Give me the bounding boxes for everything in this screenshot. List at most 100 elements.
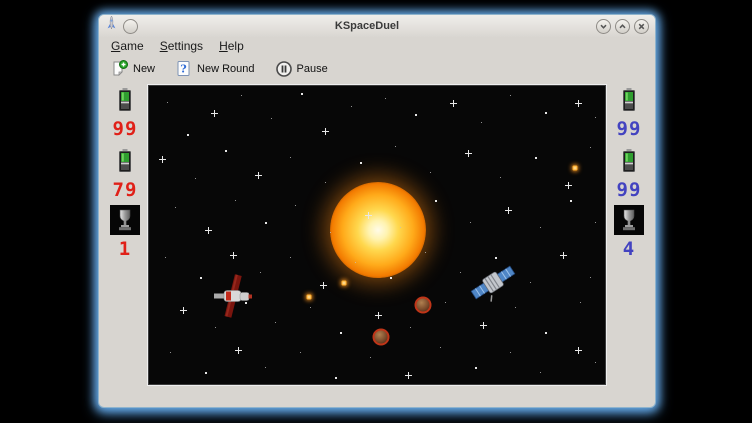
star	[465, 150, 472, 157]
star	[245, 302, 247, 304]
star	[545, 112, 547, 114]
star	[570, 200, 572, 202]
battery-icon	[622, 149, 636, 177]
star	[290, 257, 291, 258]
battery-icon	[118, 149, 132, 177]
star	[301, 93, 303, 95]
star	[481, 122, 482, 123]
new-game-icon	[111, 60, 129, 78]
star	[275, 322, 276, 323]
star	[205, 227, 212, 234]
titlebar[interactable]: KSpaceDuel	[99, 15, 655, 37]
battery-icon	[622, 88, 636, 116]
bullet-sprite	[342, 281, 347, 286]
menu-settings[interactable]: Settings	[160, 39, 203, 53]
star	[445, 302, 446, 303]
star	[295, 205, 296, 206]
new-round-button[interactable]: ? New Round	[171, 58, 258, 80]
star	[300, 352, 301, 353]
star	[320, 282, 327, 289]
star	[385, 98, 386, 99]
star	[495, 257, 497, 259]
toolbar: New ? New Round Pause	[99, 55, 655, 82]
star	[235, 347, 242, 354]
new-game-button[interactable]: New	[107, 58, 159, 80]
star	[500, 177, 501, 178]
star	[440, 347, 441, 348]
new-round-label: New Round	[197, 63, 254, 75]
star	[505, 207, 512, 214]
star	[590, 277, 591, 278]
star	[205, 372, 207, 374]
star	[340, 332, 342, 334]
star	[165, 257, 166, 258]
star	[355, 262, 356, 263]
kspaceduel-window: KSpaceDuel Game Settings Help	[98, 14, 656, 408]
star	[405, 372, 412, 379]
star	[265, 222, 267, 224]
star	[322, 128, 329, 135]
star	[400, 227, 401, 228]
star	[241, 95, 242, 96]
star	[545, 332, 547, 334]
game-frame	[148, 85, 606, 385]
blue-ship-sprite	[468, 262, 518, 309]
mine-sprite	[373, 329, 390, 346]
pause-button[interactable]: Pause	[271, 58, 332, 80]
star	[410, 327, 411, 328]
maximize-button[interactable]	[615, 19, 630, 34]
star	[390, 277, 392, 279]
star	[365, 212, 372, 219]
star	[435, 200, 437, 202]
star	[325, 182, 326, 183]
svg-text:?: ?	[180, 62, 186, 75]
new-round-icon: ?	[175, 60, 193, 78]
star	[351, 106, 352, 107]
chevron-down-icon	[599, 22, 608, 31]
game-area	[149, 86, 605, 384]
star	[510, 95, 511, 96]
star	[575, 347, 582, 354]
star	[395, 146, 396, 147]
star	[271, 118, 272, 119]
star	[575, 100, 582, 107]
pause-icon	[275, 60, 293, 78]
star	[530, 282, 531, 283]
right-hitpoints-value: 99	[617, 119, 642, 139]
new-game-label: New	[133, 63, 155, 75]
right-energy-value: 99	[617, 180, 642, 200]
trophy-icon	[110, 205, 140, 235]
star	[425, 252, 426, 253]
left-hitpoints-value: 99	[113, 119, 138, 139]
star	[415, 114, 417, 116]
pause-label: Pause	[297, 63, 328, 75]
star	[540, 372, 541, 373]
menubar: Game Settings Help	[99, 37, 655, 55]
menu-game[interactable]: Game	[111, 39, 144, 53]
star	[480, 322, 487, 329]
star	[330, 232, 331, 233]
right-wins-value: 4	[623, 239, 635, 259]
titlebar-menu-button[interactable]	[123, 19, 138, 34]
mine-sprite	[415, 297, 432, 314]
minimize-button[interactable]	[596, 19, 611, 34]
chevron-up-icon	[618, 22, 627, 31]
star	[175, 207, 176, 208]
left-wins-value: 1	[119, 239, 131, 259]
trophy-icon	[614, 205, 644, 235]
star	[375, 312, 382, 319]
left-energy-value: 79	[113, 180, 138, 200]
star	[167, 102, 168, 103]
close-icon	[637, 22, 646, 31]
star	[215, 327, 216, 328]
star	[200, 277, 202, 279]
star	[510, 352, 511, 353]
star	[565, 182, 572, 189]
star	[187, 134, 189, 136]
star	[290, 157, 291, 158]
sun-sprite	[330, 182, 426, 278]
star	[230, 252, 237, 259]
menu-help[interactable]: Help	[219, 39, 244, 53]
star	[595, 117, 596, 118]
close-button[interactable]	[634, 19, 649, 34]
